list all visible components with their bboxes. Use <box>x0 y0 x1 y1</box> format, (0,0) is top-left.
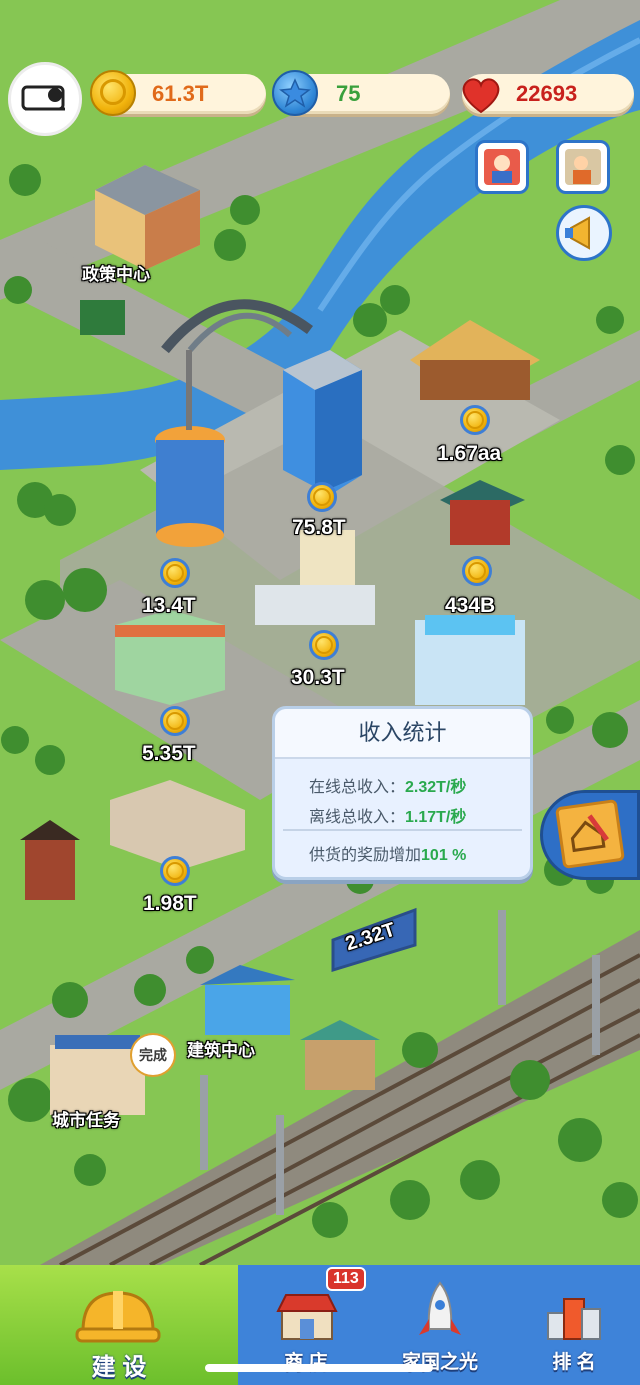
avatar[interactable] <box>8 62 82 136</box>
tab-rank[interactable]: 排 名 <box>508 1265 640 1385</box>
build-center-label[interactable]: 建筑中心 <box>187 1036 255 1061</box>
tab-build[interactable]: 建 设 <box>0 1265 238 1385</box>
offline-income-label: 离线总收入： <box>309 809 406 826</box>
home-indicator <box>205 1364 433 1372</box>
coin-icon[interactable] <box>160 558 190 588</box>
tab-build-label: 建 设 <box>91 1354 147 1381</box>
online-income-value: 2.32T/秒 <box>405 779 467 796</box>
small-office-income: 30.3T <box>291 666 345 689</box>
hard-hat-icon <box>75 1291 161 1343</box>
stats-title: 收入统计 <box>275 709 530 759</box>
gold-counter[interactable]: 61.3T <box>90 70 266 116</box>
coin-icon <box>90 70 136 116</box>
heart-value: 22693 <box>516 81 578 106</box>
bonus-row: 供货的奖励增加101 % <box>309 841 466 865</box>
offline-income-row: 离线总收入：1.17T/秒 <box>309 803 466 827</box>
blueprint-button[interactable] <box>540 790 640 880</box>
income-stats-panel[interactable]: 收入统计 在线总收入：2.32T/秒 离线总收入：1.17T/秒 供货的奖励增加… <box>272 706 533 880</box>
podium-icon <box>547 1298 601 1340</box>
heart-counter[interactable]: 22693 <box>462 74 634 114</box>
shop-icon <box>276 1294 338 1340</box>
event-icon <box>484 149 520 185</box>
pagoda-house-income: 434B <box>445 594 496 617</box>
coin-icon[interactable] <box>309 630 339 660</box>
star-gem-icon <box>272 70 318 116</box>
stats-divider <box>283 829 522 831</box>
city-map[interactable]: 政策中心 建筑中心 城市任务 完成 1.67aa 75.8T 13.4T 434… <box>0 0 640 1265</box>
coin-icon[interactable] <box>462 556 492 586</box>
office-tower-income: 75.8T <box>292 516 346 539</box>
gold-value: 61.3T <box>152 81 209 106</box>
avatar-icon <box>21 85 65 111</box>
round-tower-income: 13.4T <box>142 594 196 617</box>
shop-event-icon <box>565 149 601 185</box>
online-income-label: 在线总收入： <box>309 779 406 796</box>
rocket-icon <box>419 1281 461 1335</box>
online-income-row: 在线总收入：2.32T/秒 <box>309 773 466 797</box>
megaphone-icon <box>565 216 590 250</box>
tasks-complete-bubble[interactable]: 完成 <box>130 1033 176 1077</box>
coin-icon[interactable] <box>160 706 190 736</box>
coin-icon[interactable] <box>460 405 490 435</box>
coin-icon[interactable] <box>160 856 190 886</box>
bonus-value: 101 % <box>421 847 467 864</box>
offline-income-value: 1.17T/秒 <box>405 809 467 826</box>
apartment-income: 1.98T <box>143 892 197 915</box>
shop-event-button[interactable] <box>556 140 610 194</box>
restaurant-income: 1.67aa <box>437 442 502 465</box>
mall-income: 5.35T <box>142 742 196 765</box>
city-tasks-label[interactable]: 城市任务 <box>52 1106 120 1131</box>
bottom-nav: 建 设 113 商 店 家国之光 排 名 <box>0 1265 640 1385</box>
gem-counter[interactable]: 75 <box>272 70 450 116</box>
blueprint-icon <box>554 798 626 870</box>
announcement-button[interactable] <box>556 205 612 261</box>
shop-badge: 113 <box>326 1267 366 1291</box>
policy-center-label[interactable]: 政策中心 <box>82 260 150 285</box>
bonus-label: 供货的奖励增加 <box>309 847 422 864</box>
tab-rank-label: 排 名 <box>552 1352 596 1373</box>
event-button[interactable] <box>475 140 529 194</box>
coin-icon[interactable] <box>307 482 337 512</box>
heart-icon <box>458 72 504 118</box>
gem-value: 75 <box>336 81 361 106</box>
